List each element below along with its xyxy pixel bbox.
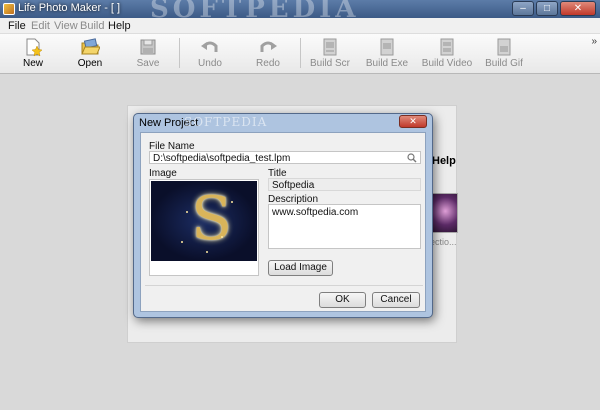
undo-icon <box>201 41 218 52</box>
sparkle <box>186 211 188 213</box>
menu-help[interactable]: Help <box>108 20 131 32</box>
sparkle <box>206 251 208 253</box>
description-field[interactable]: www.softpedia.com <box>268 204 421 249</box>
build-scr-label: Build Scr <box>309 58 350 69</box>
app-icon <box>3 3 15 15</box>
app-window: Life Photo Maker - [ ] SOFTPEDIA – □ ✕ F… <box>0 0 600 410</box>
undo-label: Undo <box>198 58 222 69</box>
menu-view[interactable]: View <box>54 20 78 32</box>
open-button[interactable]: Open <box>65 34 115 74</box>
dialog-body: File Name D:\softpedia\softpedia_test.lp… <box>140 132 426 312</box>
save-label: Save <box>136 58 160 69</box>
menu-bar: File Edit View Build Help <box>0 18 600 34</box>
redo-icon <box>260 41 277 52</box>
toolbar-separator <box>179 38 180 68</box>
load-image-button[interactable]: Load Image <box>268 260 333 276</box>
build-video-label: Build Video <box>421 58 473 69</box>
redo-label: Redo <box>256 58 280 69</box>
toolbar-separator <box>300 38 301 68</box>
sparkle <box>181 241 183 243</box>
dialog-close-button[interactable]: ✕ <box>399 115 427 128</box>
window-controls: – □ ✕ <box>512 1 596 16</box>
toolbar-overflow-button[interactable]: » <box>591 36 597 47</box>
file-name-field[interactable]: D:\softpedia\softpedia_test.lpm <box>149 151 421 164</box>
redo-button[interactable]: Redo <box>243 34 293 74</box>
build-video-button[interactable]: Build Video <box>421 34 473 74</box>
menu-edit[interactable]: Edit <box>31 20 50 32</box>
help-link[interactable]: Help <box>432 155 456 167</box>
new-button[interactable]: New <box>8 34 58 74</box>
build-exe-button[interactable]: Build Exe <box>362 34 412 74</box>
cancel-button[interactable]: Cancel <box>372 292 420 308</box>
close-button[interactable]: ✕ <box>560 1 596 16</box>
description-value: www.softpedia.com <box>272 207 359 218</box>
preview-letter-graphic: S <box>191 184 233 254</box>
title-value: Softpedia <box>272 180 315 191</box>
save-button[interactable]: Save <box>123 34 173 74</box>
gif-icon <box>497 38 511 56</box>
menu-build[interactable]: Build <box>80 20 104 32</box>
toolbar: New Open Save Undo Redo Build Scr Build … <box>0 34 600 74</box>
window-title: Life Photo Maker - [ ] <box>18 2 121 14</box>
dialog-watermark: SOFTPEDIA <box>184 115 268 129</box>
open-folder-icon <box>81 38 100 55</box>
menu-file[interactable]: File <box>8 20 26 32</box>
title-field[interactable]: Softpedia <box>268 178 421 191</box>
build-gif-button[interactable]: Build Gif <box>479 34 529 74</box>
screensaver-icon <box>323 38 337 56</box>
video-icon <box>440 38 454 56</box>
new-project-dialog: New Project SOFTPEDIA ✕ File Name D:\sof… <box>133 113 433 318</box>
sample-thumbnail[interactable] <box>430 193 458 233</box>
browse-icon[interactable] <box>406 153 418 163</box>
undo-button[interactable]: Undo <box>185 34 235 74</box>
build-exe-label: Build Exe <box>365 58 409 69</box>
new-label: New <box>22 58 43 69</box>
dialog-divider <box>145 285 423 286</box>
minimize-button[interactable]: – <box>512 1 534 16</box>
file-name-value: D:\softpedia\softpedia_test.lpm <box>153 153 291 164</box>
executable-icon <box>380 38 394 56</box>
sparkle <box>231 201 233 203</box>
ok-button[interactable]: OK <box>319 292 366 308</box>
thumbnail-caption: ectio... <box>430 237 457 247</box>
title-bar[interactable]: Life Photo Maker - [ ] SOFTPEDIA – □ ✕ <box>0 0 600 24</box>
open-label: Open <box>77 58 103 69</box>
preview-image: S <box>151 181 257 261</box>
build-scr-button[interactable]: Build Scr <box>305 34 355 74</box>
new-file-icon <box>26 38 43 57</box>
build-gif-label: Build Gif <box>485 58 523 69</box>
maximize-button[interactable]: □ <box>536 1 558 16</box>
sparkle <box>221 236 223 238</box>
save-disk-icon <box>140 39 156 55</box>
image-preview: S <box>149 179 259 276</box>
image-label: Image <box>149 168 177 179</box>
